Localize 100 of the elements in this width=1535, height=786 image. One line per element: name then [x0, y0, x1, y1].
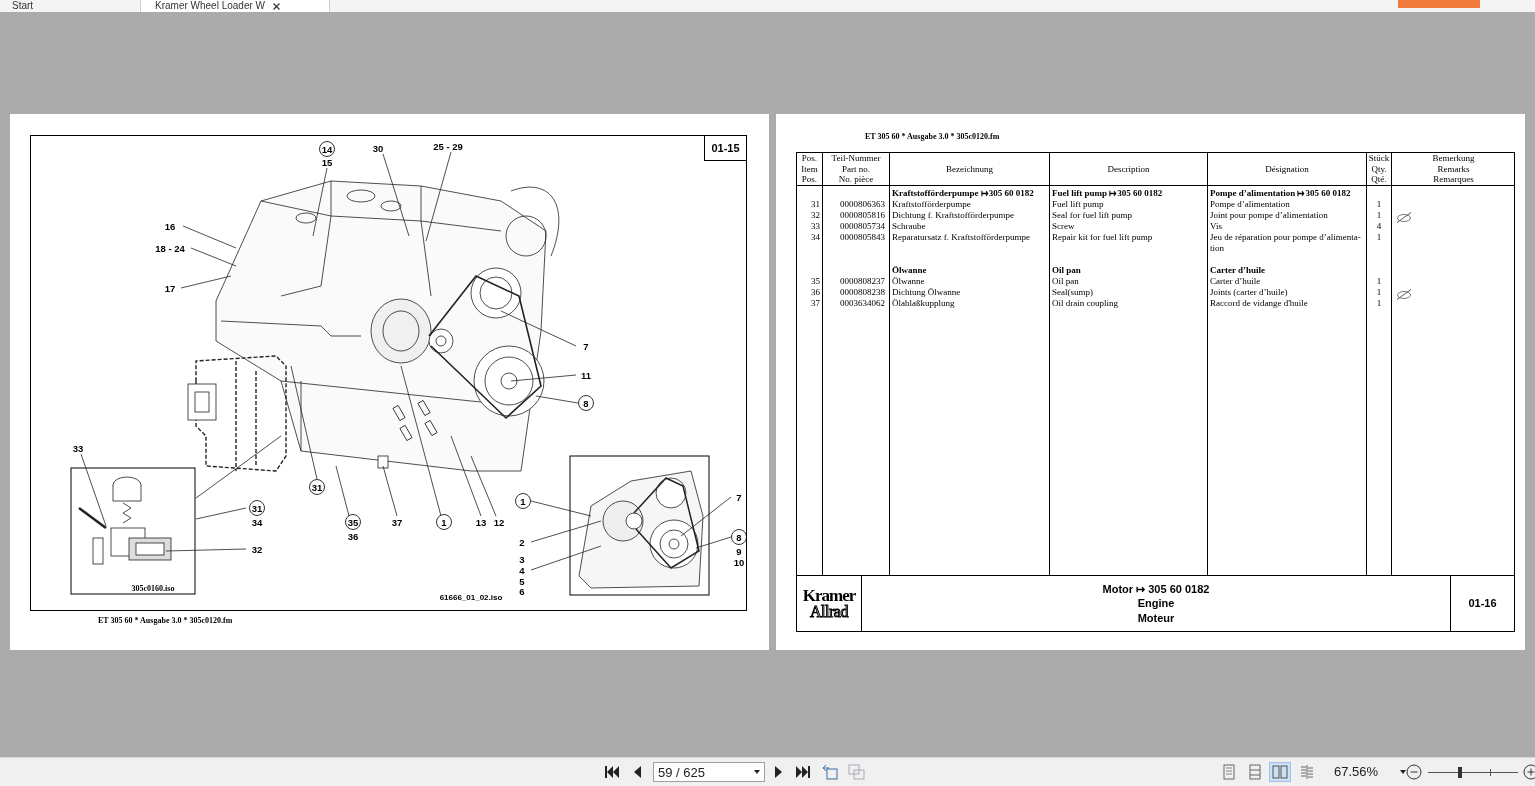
table-cell-text: Jeu de réparation pour pompe d’alimenta- tion: [1209, 232, 1362, 254]
callout-label: 18 - 24: [155, 242, 185, 254]
callout-label: 11: [581, 369, 591, 381]
slider-thumb[interactable]: [1458, 767, 1463, 778]
table-cell-text: Seal for fuel lift pump: [1051, 210, 1133, 221]
table-cell-text: Reparatursatz f. Kraftstofförderpumpe: [891, 232, 1032, 243]
column-header: Bemerkung Remarks Remarques: [1431, 153, 1476, 185]
caret-icon: [1400, 770, 1406, 774]
column-header: Bezeichnung: [890, 153, 1050, 185]
table-cell-text: Ölablaßkupplung: [891, 298, 956, 309]
zoom-slider[interactable]: [1428, 767, 1518, 778]
first-page-icon[interactable]: [604, 764, 620, 780]
callout-label: 3: [519, 553, 525, 565]
group-heading: Fuel lift pump ↦305 60 0182: [1051, 188, 1164, 199]
callout-label: 6: [519, 585, 525, 597]
leader-line: [180, 275, 232, 289]
column-header: Description: [1050, 153, 1208, 185]
table-cell-text: Schraube: [891, 221, 927, 232]
table-cell-text: 37: [810, 298, 821, 309]
callout-label: 15: [321, 156, 333, 168]
two-page-scroll-icon: [1299, 764, 1315, 780]
single-page-icon: [1221, 764, 1237, 780]
zoom-in-icon[interactable]: [1523, 764, 1535, 780]
callout-label: 37: [391, 516, 403, 528]
callout-label: 34: [251, 516, 263, 528]
table-cell-text: 1: [1375, 276, 1383, 287]
table-cell-text: 0000805734: [839, 221, 886, 232]
circled-callout: 1: [515, 493, 531, 509]
drawing-file-label: 305c0160.iso: [131, 584, 175, 593]
table-cell-text: 33: [810, 221, 821, 232]
leader-line: [335, 465, 350, 517]
circled-callout: 14: [319, 141, 335, 157]
crossed-out-icon: [1396, 212, 1412, 223]
table-cell-text: 0000808238: [839, 287, 886, 298]
table-cell-text: 0000805843: [839, 232, 886, 243]
column-header: Désignation: [1208, 153, 1367, 185]
group-heading: Ölwanne: [891, 265, 928, 276]
caret-icon[interactable]: [754, 770, 760, 774]
column-header: Stück Qty. Qté.: [1367, 153, 1392, 185]
zoom-out-icon[interactable]: [1406, 764, 1422, 780]
column-header: Pos. Item Pos.: [797, 153, 823, 185]
table-cell-text: Dichtung Ölwanne: [891, 287, 962, 298]
leader-line: [530, 500, 592, 517]
table-cell-text: 1: [1375, 210, 1383, 221]
table-cell-text: 1: [1375, 298, 1383, 309]
page-number-field[interactable]: 59 / 625: [653, 762, 765, 782]
table-cell-text: Oil pan: [1051, 276, 1080, 287]
zoom-dropdown[interactable]: 67.56%: [1334, 764, 1406, 780]
leader-line: [530, 520, 602, 543]
table-cell-text: Joint pour pompe d’alimentation: [1209, 210, 1329, 221]
table-cell-text: 0003634062: [839, 298, 886, 309]
leader-line: [510, 374, 577, 382]
leader-line: [470, 455, 497, 517]
close-icon[interactable]: [273, 2, 281, 10]
crossed-out-icon: [1396, 289, 1412, 300]
leader-line: [535, 395, 579, 404]
two-page-icon: [1272, 764, 1288, 780]
page-number: 01-16: [1467, 596, 1498, 611]
callout-label: 13: [475, 516, 487, 528]
drawing-file-label: 61666_01_02.iso: [439, 593, 503, 602]
group-heading: Oil pan: [1051, 265, 1082, 276]
previous-view-icon[interactable]: [822, 764, 840, 780]
callout-label: 33: [72, 442, 84, 454]
callout-label: 2: [519, 536, 525, 548]
group-heading: Pompe d’alimentation ↦305 60 0182: [1209, 188, 1352, 199]
leader-line: [530, 545, 602, 571]
table-cell-text: 0000805816: [839, 210, 886, 221]
table-cell-text: 1: [1375, 232, 1383, 243]
callout-label: 25 - 29: [433, 140, 463, 152]
continuous-page-icon: [1247, 764, 1263, 780]
table-cell-text: 34: [810, 232, 821, 243]
table-cell-text: Carter d’huile: [1209, 276, 1262, 287]
last-page-icon[interactable]: [795, 764, 811, 780]
page-number: 01-15: [704, 135, 747, 161]
page-footer: ET 305 60 * Ausgabe 3.0 * 305c0120.fm: [98, 615, 233, 627]
table-cell-text: Raccord de vidange d'huile: [1209, 298, 1309, 309]
leader-line: [195, 507, 247, 520]
callout-label: 32: [251, 543, 263, 555]
table-cell-text: Screw: [1051, 221, 1076, 232]
group-heading: Carter d’huile: [1209, 265, 1267, 276]
callout-label: 7: [736, 491, 742, 503]
table-cell-text: 36: [810, 287, 821, 298]
table-cell-text: 0000806363: [839, 199, 886, 210]
callout-label: 4: [519, 564, 525, 576]
callout-label: 10: [733, 556, 745, 568]
tab[interactable]: Kramer Wheel Loader W: [140, 0, 330, 12]
table-cell-text: 4: [1375, 221, 1383, 232]
table-cell-text: Dichtung f. Kraftstofförderpumpe: [891, 210, 1016, 221]
circled-callout: 1: [436, 514, 452, 530]
table-cell-text: 0000808237: [839, 276, 886, 287]
page-header: ET 305 60 * Ausgabe 3.0 * 305c0120.fm: [865, 131, 1000, 143]
callout-label: 36: [347, 530, 359, 542]
callout-label: 17: [164, 282, 176, 294]
callout-label: 16: [164, 220, 176, 232]
callout-label: 5: [519, 575, 525, 587]
table-cell-text: 1: [1375, 287, 1383, 298]
callout-label: 30: [372, 142, 384, 154]
table-cell-text: Joints (carter d’huile): [1209, 287, 1289, 298]
leader-line: [190, 247, 237, 267]
table-cell-text: 1: [1375, 199, 1383, 210]
